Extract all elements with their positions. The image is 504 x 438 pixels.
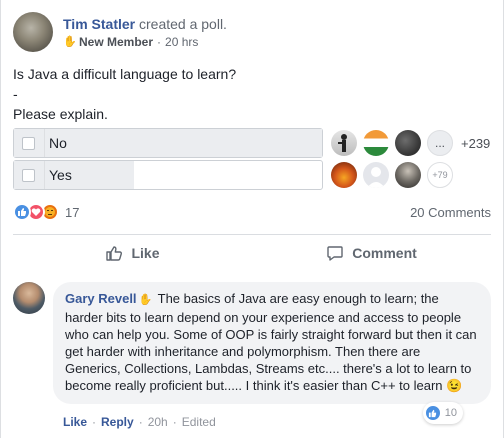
post-body: Is Java a difficult language to learn? -…	[13, 64, 236, 124]
comment-reaction-badge[interactable]: 10	[422, 402, 463, 424]
poll-option-no-checkbox[interactable]	[22, 136, 35, 150]
comment-reply-link[interactable]: Reply	[101, 415, 134, 429]
voter-avatar[interactable]	[331, 130, 357, 156]
post-card: Tim Statler created a poll. ✋ New Member…	[0, 0, 504, 438]
separator-dot: ·	[172, 415, 177, 429]
comment-button-label: Comment	[352, 245, 417, 261]
voter-avatar[interactable]	[363, 162, 389, 188]
wink-emoji-icon: 😉	[446, 378, 463, 393]
more-voters-glyph: ...	[434, 136, 445, 150]
poll-question: Is Java a difficult language to learn?	[13, 66, 237, 82]
comment-timestamp[interactable]: 20h	[148, 415, 168, 429]
author-avatar[interactable]	[13, 12, 53, 52]
poll-option-divider	[44, 129, 45, 157]
like-icon	[424, 405, 441, 421]
separator-dot: ·	[138, 415, 143, 429]
wave-hand-icon: ✋	[63, 36, 77, 48]
like-icon[interactable]	[13, 203, 31, 221]
voter-avatar[interactable]	[395, 130, 421, 156]
comment-like-link[interactable]: Like	[63, 415, 87, 429]
comment-meta: Like · Reply · 20h · Edited	[63, 415, 216, 429]
separator-dot: ·	[92, 415, 97, 429]
comment-text: The basics of Java are easy enough to le…	[65, 291, 477, 393]
poll-option-divider	[44, 161, 45, 189]
comment-bubble: Gary Revell ✋ The basics of Java are easy…	[53, 282, 491, 404]
question-dash: -	[13, 86, 18, 102]
poll-option-label: No	[49, 135, 67, 151]
more-voters-button[interactable]: ...	[427, 130, 453, 156]
commenter-name[interactable]: Gary Revell	[65, 291, 137, 306]
extra-votes-count[interactable]: +239	[461, 136, 490, 151]
member-badge[interactable]: New Member	[79, 35, 153, 49]
comment-icon	[327, 246, 343, 261]
poll-voters-yes: +79	[331, 162, 459, 188]
more-voters-count: +79	[432, 170, 448, 180]
post-action-text: created a poll.	[139, 16, 227, 32]
comment-edited-label[interactable]: Edited	[182, 415, 216, 429]
commenter-avatar[interactable]	[13, 282, 45, 314]
comments-section: Gary Revell ✋ The basics of Java are easy…	[1, 270, 503, 438]
reaction-count[interactable]: 17	[65, 205, 79, 220]
voter-avatar[interactable]	[363, 130, 389, 156]
post-header: Tim Statler created a poll. ✋ New Member…	[13, 12, 227, 52]
wave-hand-icon: ✋	[138, 294, 153, 306]
like-button[interactable]: Like	[13, 236, 252, 270]
poll-option-no[interactable]: No	[13, 128, 323, 158]
reactions-summary: 17 20 Comments	[13, 202, 491, 222]
separator-dot: ·	[157, 35, 162, 49]
comment: Gary Revell ✋ The basics of Java are easy…	[13, 282, 491, 404]
poll-voters-no: ... +239	[331, 130, 490, 156]
poll-option-label: Yes	[49, 167, 72, 183]
divider	[13, 234, 491, 235]
thumbs-up-icon	[106, 246, 123, 261]
action-bar: Like Comment	[13, 236, 491, 270]
question-explain: Please explain.	[13, 106, 108, 122]
poll-option-yes[interactable]: Yes	[13, 160, 323, 190]
more-voters-badge[interactable]: +79	[427, 162, 453, 188]
comment-button[interactable]: Comment	[252, 236, 491, 270]
comment-reaction-count: 10	[444, 407, 457, 419]
comments-count[interactable]: 20 Comments	[410, 205, 491, 220]
like-button-label: Like	[131, 245, 160, 261]
author-name[interactable]: Tim Statler	[63, 16, 135, 32]
voter-avatar[interactable]	[395, 162, 421, 188]
poll-option-yes-checkbox[interactable]	[22, 168, 35, 182]
voter-avatar[interactable]	[331, 162, 357, 188]
post-timestamp[interactable]: 20 hrs	[165, 35, 198, 49]
